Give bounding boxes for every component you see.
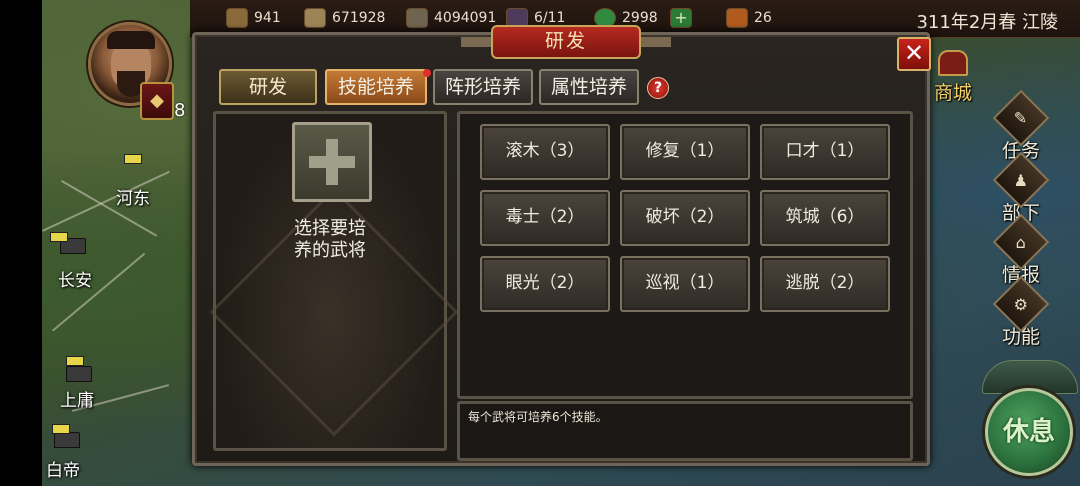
skill-grid: 滚木（3） 修复（1） 口才（1） 毒士（2） 破坏（2） 筑城（6） 眼光（2… (457, 111, 913, 399)
hint-text-pane: 每个武将可培养6个技能。 (457, 401, 913, 461)
rest-button[interactable]: 休息 (985, 388, 1073, 476)
research-dialog: 研发 ✕ 研发 技能培养 阵形培养 属性培养 ? 选择要培 养的武将 滚木（3）… (192, 25, 931, 466)
notification-dot-icon (423, 69, 431, 77)
skill-button[interactable]: 口才（1） (760, 124, 890, 180)
hint-text: 每个武将可培养6个技能。 (468, 410, 608, 424)
skill-button[interactable]: 修复（1） (620, 124, 750, 180)
player-level: 8 (174, 100, 186, 121)
skill-button[interactable]: 破坏（2） (620, 190, 750, 246)
token-icon (726, 8, 748, 28)
city-building-icon (66, 366, 92, 382)
functions-button[interactable]: ⚙ 功能 (988, 275, 1054, 349)
shop-icon (938, 50, 968, 76)
tab-research[interactable]: 研发 (219, 69, 317, 105)
add-gems-button[interactable]: + (670, 8, 692, 28)
city-name: 白帝 (46, 461, 80, 481)
dialog-title: 研发 (461, 25, 671, 59)
skill-button[interactable]: 眼光（2） (480, 256, 610, 312)
close-button[interactable]: ✕ (897, 37, 931, 71)
food-icon (304, 8, 326, 28)
city-flag-icon (66, 356, 84, 366)
city-flag-icon (50, 232, 68, 242)
rank-badge-icon[interactable]: ◆ (140, 82, 174, 120)
troops-icon (406, 8, 428, 28)
city-building-icon (54, 432, 80, 448)
city-name: 上庸 (60, 391, 94, 411)
add-general-button[interactable] (292, 122, 372, 202)
date-location: 311年2月春 江陵 (916, 12, 1058, 33)
resource-tokens: 26 (726, 8, 772, 28)
general-select-pane: 选择要培 养的武将 (213, 111, 447, 451)
tab-skill-training[interactable]: 技能培养 (325, 69, 427, 105)
resource-food: 671928 (304, 8, 385, 28)
city-flag-icon (124, 154, 142, 164)
skill-button[interactable]: 巡视（1） (620, 256, 750, 312)
tab-attribute-training[interactable]: 属性培养 (539, 69, 639, 105)
skill-button[interactable]: 滚木（3） (480, 124, 610, 180)
city-name: 河东 (116, 189, 150, 209)
gold-icon (226, 8, 248, 28)
skill-button[interactable]: 逃脱（2） (760, 256, 890, 312)
skill-button[interactable]: 筑城（6） (760, 190, 890, 246)
help-icon[interactable]: ? (647, 77, 669, 99)
skill-button[interactable]: 毒士（2） (480, 190, 610, 246)
tab-formation-training[interactable]: 阵形培养 (433, 69, 533, 105)
city-name: 长安 (58, 271, 92, 291)
resource-troops: 4094091 (406, 8, 496, 28)
add-icon[interactable]: + (670, 8, 692, 28)
city-flag-icon (52, 424, 70, 434)
resource-gold: 941 (226, 8, 281, 28)
select-general-label: 选择要培 养的武将 (294, 218, 366, 261)
